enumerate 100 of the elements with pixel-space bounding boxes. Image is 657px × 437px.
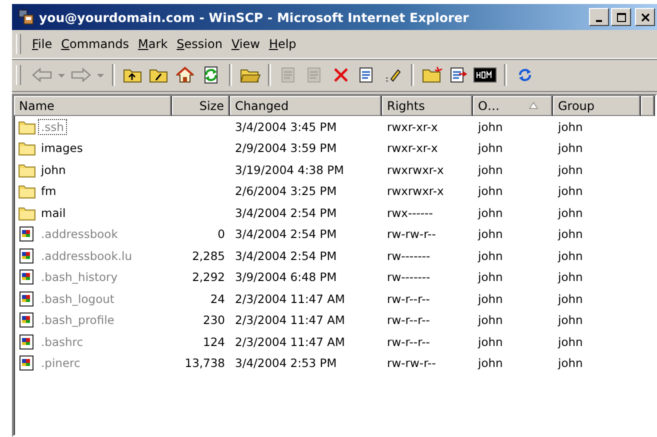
file-icon [18, 312, 36, 328]
file-name[interactable]: .addressbook [38, 226, 121, 242]
column-header[interactable]: O… [473, 96, 553, 116]
table-cell: rwxrwxr-x [387, 162, 444, 177]
minimize-icon [596, 20, 602, 22]
file-name[interactable]: .bashrc [38, 334, 86, 350]
table-cell: john [478, 141, 503, 156]
table-cell: john [558, 356, 583, 370]
folder-icon [18, 118, 36, 135]
sort-arrow-icon [529, 102, 538, 109]
table-cell: rwxr-xr-x [387, 141, 438, 156]
table-cell: john [478, 313, 503, 328]
computers-icon [18, 9, 34, 25]
table-cell: 3/19/2004 4:38 PM [235, 162, 344, 177]
table-cell: 3/4/2004 2:54 PM [235, 227, 337, 242]
column-header[interactable]: Size [172, 96, 230, 116]
terminal-icon[interactable] [473, 66, 497, 84]
table-cell: rwx------ [387, 206, 433, 220]
table-cell: john [558, 184, 583, 198]
folder-icon [18, 140, 36, 156]
folder-icon [18, 162, 36, 178]
file-name[interactable]: .bash_history [38, 269, 121, 286]
column-header[interactable]: Rights [382, 96, 473, 116]
file-icon [18, 334, 36, 350]
menu-item[interactable]: View [227, 37, 264, 51]
close-button[interactable] [635, 8, 655, 26]
table-cell: john [478, 120, 503, 134]
table-cell: rwxrwxr-x [387, 184, 444, 198]
window-title: you@yourdomain.com - WinSCP - Microsoft Internet Explorer [39, 10, 470, 24]
table-cell: 2,292 [192, 270, 225, 284]
table-cell: 13,738 [184, 356, 225, 370]
file-name[interactable]: images [38, 140, 86, 156]
table-cell: john [478, 292, 503, 306]
column-header[interactable]: Name [14, 96, 172, 116]
table-cell: john [478, 206, 503, 220]
table-cell: john [478, 248, 503, 263]
table-cell: rw-r--r-- [387, 313, 430, 328]
table-cell: 2/6/2004 3:25 PM [235, 184, 337, 198]
table-cell: john [558, 162, 583, 177]
table-cell: 2/3/2004 11:47 AM [235, 334, 345, 349]
table-cell: 230 [203, 313, 225, 328]
table-cell: 2/9/2004 3:59 PM [235, 141, 337, 156]
table-cell: 3/4/2004 2:54 PM [235, 206, 337, 220]
table-cell: rw-r--r-- [387, 334, 430, 349]
table-cell: john [558, 120, 583, 134]
folder-icon [18, 183, 36, 200]
table-cell: rw-rw-r-- [387, 356, 436, 370]
table-cell: rw-rw-r-- [387, 227, 436, 242]
table-cell: rw------- [387, 270, 430, 284]
table-cell: 3/4/2004 2:53 PM [235, 356, 337, 370]
table-cell: john [558, 248, 583, 263]
menu-item[interactable]: File [28, 37, 56, 51]
column-header[interactable]: Changed [230, 96, 382, 116]
file-name[interactable]: .pinerc [38, 355, 84, 372]
table-cell: 3/4/2004 3:45 PM [235, 120, 337, 134]
new-folder-icon[interactable] [421, 66, 443, 84]
table-cell: 2,285 [192, 248, 225, 263]
file-name[interactable]: .addressbook.lu [38, 248, 136, 264]
table-cell: 2/3/2004 11:47 AM [235, 292, 345, 306]
table-cell: john [558, 334, 583, 349]
maximize-icon [616, 12, 626, 22]
menu-item[interactable]: Help [264, 37, 300, 51]
minimize-button[interactable] [589, 8, 609, 26]
table-cell: 3/4/2004 2:54 PM [235, 248, 337, 263]
file-icon [18, 355, 36, 372]
table-cell: john [478, 270, 503, 284]
file-name[interactable]: fm [38, 183, 60, 200]
table-cell: 3/9/2004 6:48 PM [235, 270, 337, 284]
table-cell: john [558, 313, 583, 328]
table-cell: john [558, 141, 583, 156]
file-name[interactable]: mail [38, 204, 69, 221]
table-cell: 24 [210, 292, 225, 306]
file-name[interactable]: .bash_profile [38, 312, 118, 328]
table-cell: john [478, 334, 503, 349]
table-cell: rwxr-xr-x [387, 120, 438, 134]
table-cell: 2/3/2004 11:47 AM [235, 313, 345, 328]
table-cell: rw------- [387, 248, 430, 263]
close-icon [640, 12, 650, 22]
file-icon [18, 290, 36, 307]
table-cell: 0 [218, 227, 225, 242]
column-header[interactable]: Group [553, 96, 641, 116]
maximize-button[interactable] [611, 8, 631, 26]
table-cell: john [558, 292, 583, 306]
file-name[interactable]: john [38, 162, 69, 178]
table-cell: john [478, 227, 503, 242]
table-cell: rw-r--r-- [387, 292, 430, 306]
table-cell: john [478, 162, 503, 177]
menu-item[interactable]: Commands [57, 37, 134, 51]
table-cell: 124 [203, 334, 225, 349]
file-icon [18, 248, 36, 264]
table-cell: john [558, 270, 583, 284]
home-icon[interactable] [174, 66, 196, 84]
menu-item[interactable]: Mark [134, 37, 172, 51]
table-cell: john [478, 184, 503, 198]
menu-item[interactable]: Session [172, 37, 226, 51]
file-name[interactable]: .bash_logout [38, 290, 118, 307]
table-cell: john [478, 356, 503, 370]
file-icon [18, 226, 36, 242]
file-name[interactable]: .ssh [38, 118, 67, 135]
column-header [641, 96, 655, 116]
